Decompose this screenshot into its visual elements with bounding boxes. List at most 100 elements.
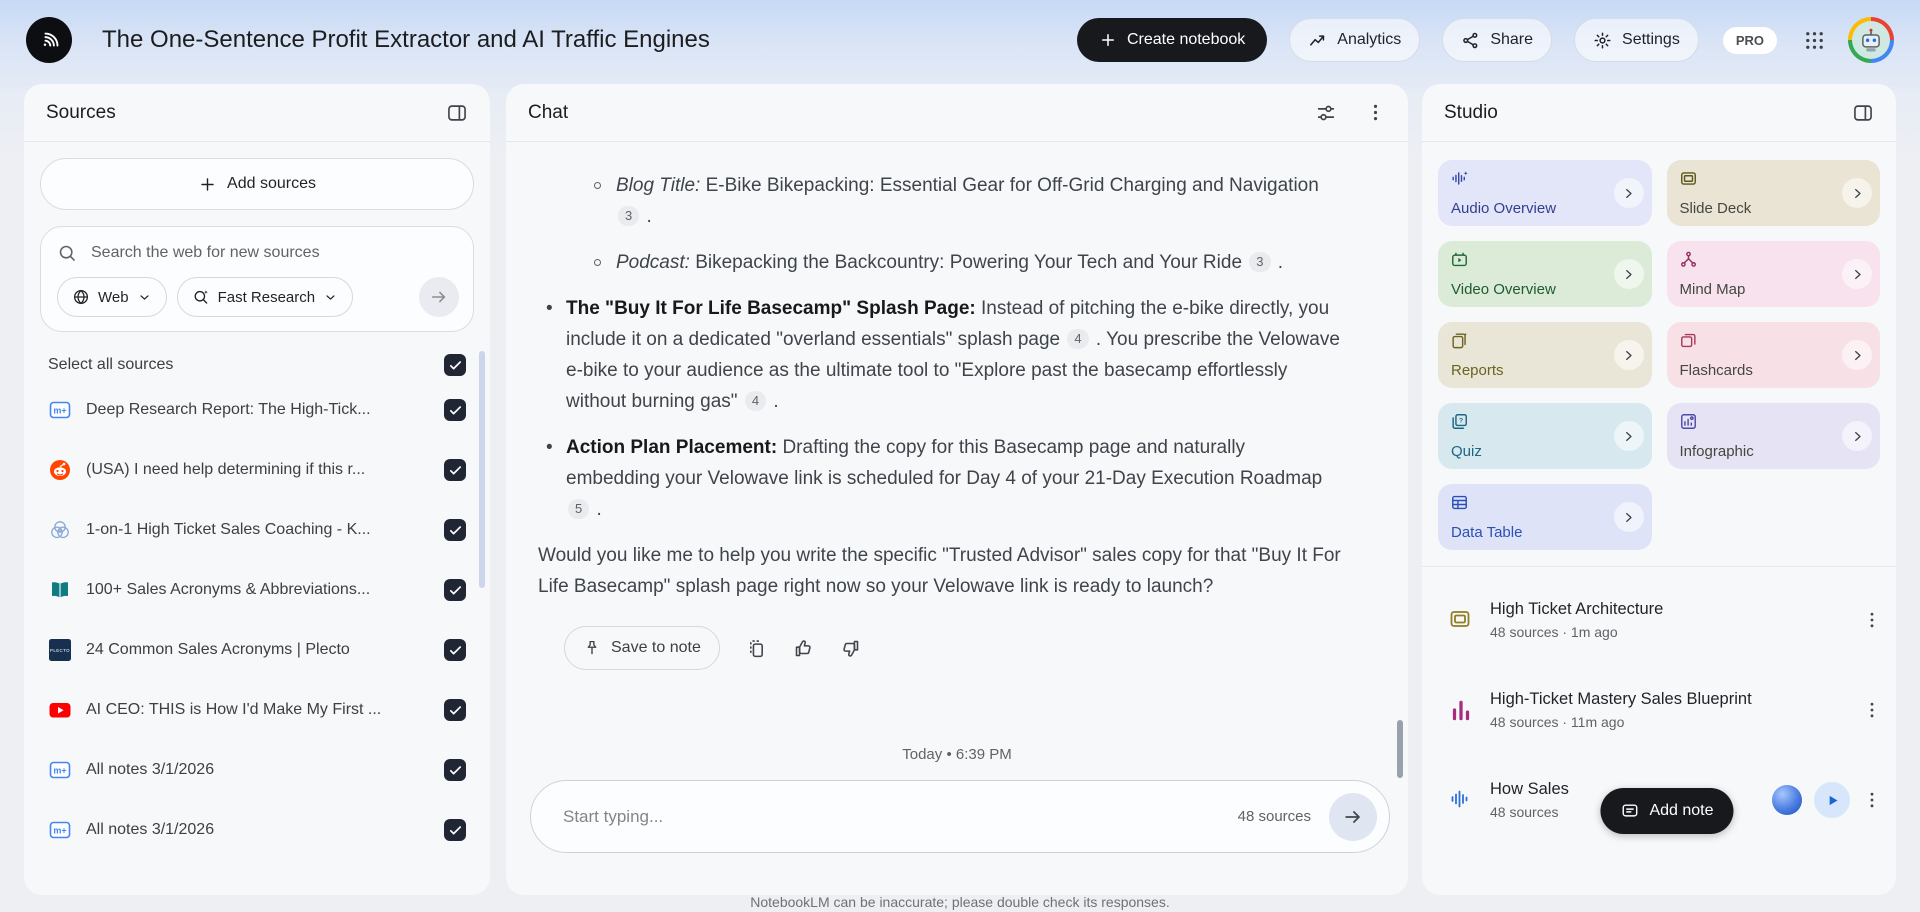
note-meta: 48 sources · 1m ago <box>1490 624 1846 640</box>
studio-card-quiz[interactable]: ?Quiz <box>1438 403 1652 469</box>
source-row[interactable]: m+Deep Research Report: The High-Tick... <box>40 380 474 440</box>
studio-card-reports[interactable]: Reports <box>1438 322 1652 388</box>
note-more-menu-icon[interactable] <box>1862 700 1882 720</box>
add-note-button[interactable]: Add note <box>1600 788 1733 834</box>
source-checkbox[interactable] <box>444 819 466 841</box>
note-more-menu-icon[interactable] <box>1862 790 1882 810</box>
studio-card-label: Reports <box>1451 362 1504 379</box>
source-title: All notes 3/1/2026 <box>86 821 430 839</box>
chevron-right-icon[interactable] <box>1614 340 1644 370</box>
chat-bullet: The "Buy It For Life Basecamp" Splash Pa… <box>536 293 1342 417</box>
mindmap-icon <box>1679 250 1869 269</box>
sources-scrollbar-thumb[interactable] <box>479 351 485 588</box>
studio-card-slide-deck[interactable]: Slide Deck <box>1667 160 1881 226</box>
search-input[interactable] <box>89 243 459 263</box>
svg-text:m+: m+ <box>53 766 66 776</box>
thumbs-up-icon[interactable] <box>793 638 814 659</box>
studio-panel-title: Studio <box>1444 102 1498 124</box>
settings-button[interactable]: Settings <box>1574 18 1699 62</box>
studio-card-data-table[interactable]: Data Table <box>1438 484 1652 550</box>
chevron-right-icon[interactable] <box>1842 259 1872 289</box>
chat-settings-icon[interactable] <box>1315 102 1337 124</box>
send-button[interactable] <box>1329 793 1377 841</box>
source-checkbox[interactable] <box>444 759 466 781</box>
chat-response-actions: Save to note <box>564 626 1342 670</box>
source-checkbox[interactable] <box>444 639 466 661</box>
source-checkbox[interactable] <box>444 699 466 721</box>
app-header: The One-Sentence Profit Extractor and AI… <box>0 0 1920 80</box>
chevron-right-icon[interactable] <box>1614 502 1644 532</box>
source-checkbox[interactable] <box>444 579 466 601</box>
source-row[interactable]: m+All notes 3/1/2026 <box>40 800 474 860</box>
studio-card-mind-map[interactable]: Mind Map <box>1667 241 1881 307</box>
studio-divider <box>1422 566 1896 567</box>
citation-chip[interactable]: 3 <box>618 206 639 226</box>
note-more-menu-icon[interactable] <box>1862 610 1882 630</box>
italic-text: Podcast: <box>616 252 690 273</box>
citation-chip[interactable]: 4 <box>745 391 766 411</box>
research-mode-dropdown[interactable]: Fast Research <box>177 277 354 317</box>
save-to-note-button[interactable]: Save to note <box>564 626 720 670</box>
copy-icon[interactable] <box>746 638 767 659</box>
notebooklm-logo-icon[interactable] <box>26 17 72 63</box>
thumbs-down-icon[interactable] <box>840 638 861 659</box>
docblue-icon: m+ <box>48 758 72 782</box>
source-checkbox[interactable] <box>444 519 466 541</box>
source-row[interactable]: PLECTO24 Common Sales Acronyms | Plecto <box>40 620 474 680</box>
create-notebook-button[interactable]: Create notebook <box>1077 18 1267 62</box>
avatar-robot-icon <box>1852 21 1890 59</box>
note-text: High-Ticket Mastery Sales Blueprint48 so… <box>1490 690 1846 730</box>
share-button[interactable]: Share <box>1442 18 1552 62</box>
citation-chip[interactable]: 4 <box>1067 329 1088 349</box>
search-submit-button[interactable] <box>419 277 459 317</box>
collapse-studio-panel-icon[interactable] <box>1852 102 1874 124</box>
chat-bullet: Blog Title: E-Bike Bikepacking: Essentia… <box>536 170 1342 232</box>
analytics-button[interactable]: Analytics <box>1289 18 1420 62</box>
studio-card-audio-overview[interactable]: Audio Overview <box>1438 160 1652 226</box>
analytics-icon <box>1308 31 1327 50</box>
chevron-right-icon[interactable] <box>1614 178 1644 208</box>
source-row[interactable]: AI CEO: THIS is How I'd Make My First ..… <box>40 680 474 740</box>
studio-note-row[interactable]: High-Ticket Mastery Sales Blueprint48 so… <box>1422 665 1896 755</box>
italic-text: Blog Title: <box>616 175 700 196</box>
settings-label: Settings <box>1622 31 1680 49</box>
chevron-right-icon[interactable] <box>1842 178 1872 208</box>
chevron-right-icon[interactable] <box>1614 259 1644 289</box>
source-checkbox[interactable] <box>444 459 466 481</box>
source-row[interactable]: m+All notes 3/1/2026 <box>40 740 474 800</box>
web-source-dropdown[interactable]: Web <box>57 277 167 317</box>
citation-chip[interactable]: 5 <box>568 499 589 519</box>
source-row[interactable]: 100+ Sales Acronyms & Abbreviations... <box>40 560 474 620</box>
play-button[interactable] <box>1814 782 1850 818</box>
audio-disc-icon[interactable] <box>1772 785 1802 815</box>
fast-research-icon <box>192 288 210 306</box>
chevron-right-icon[interactable] <box>1842 421 1872 451</box>
chat-messages: Blog Title: E-Bike Bikepacking: Essentia… <box>536 170 1342 602</box>
share-label: Share <box>1490 31 1533 49</box>
chat-panel-title: Chat <box>528 102 568 124</box>
studio-note-row[interactable]: High Ticket Architecture48 sources · 1m … <box>1422 575 1896 665</box>
notewave-icon <box>1448 787 1474 813</box>
add-sources-button[interactable]: Add sources <box>40 158 474 210</box>
apps-grid-button[interactable] <box>1803 29 1826 52</box>
chat-sources-count: 48 sources <box>1238 808 1311 825</box>
notebook-title[interactable]: The One-Sentence Profit Extractor and AI… <box>102 26 710 54</box>
user-avatar[interactable] <box>1848 17 1894 63</box>
collapse-sources-panel-icon[interactable] <box>446 102 468 124</box>
chevron-right-icon[interactable] <box>1842 340 1872 370</box>
source-title: 100+ Sales Acronyms & Abbreviations... <box>86 581 430 599</box>
select-all-checkbox[interactable] <box>444 354 466 376</box>
studio-card-flashcards[interactable]: Flashcards <box>1667 322 1881 388</box>
chat-scrollbar-thumb[interactable] <box>1397 720 1403 778</box>
chevron-right-icon[interactable] <box>1614 421 1644 451</box>
studio-card-video-overview[interactable]: Video Overview <box>1438 241 1652 307</box>
source-row[interactable]: (USA) I need help determining if this r.… <box>40 440 474 500</box>
source-checkbox[interactable] <box>444 399 466 421</box>
note-meta: 48 sources · 11m ago <box>1490 714 1846 730</box>
source-row[interactable]: 1-on-1 High Ticket Sales Coaching - K... <box>40 500 474 560</box>
chat-input[interactable] <box>561 806 1238 828</box>
chat-more-menu-icon[interactable] <box>1365 102 1386 123</box>
studio-cards-grid: Audio OverviewSlide DeckVideo OverviewMi… <box>1422 142 1896 550</box>
studio-card-infographic[interactable]: Infographic <box>1667 403 1881 469</box>
citation-chip[interactable]: 3 <box>1249 252 1270 272</box>
